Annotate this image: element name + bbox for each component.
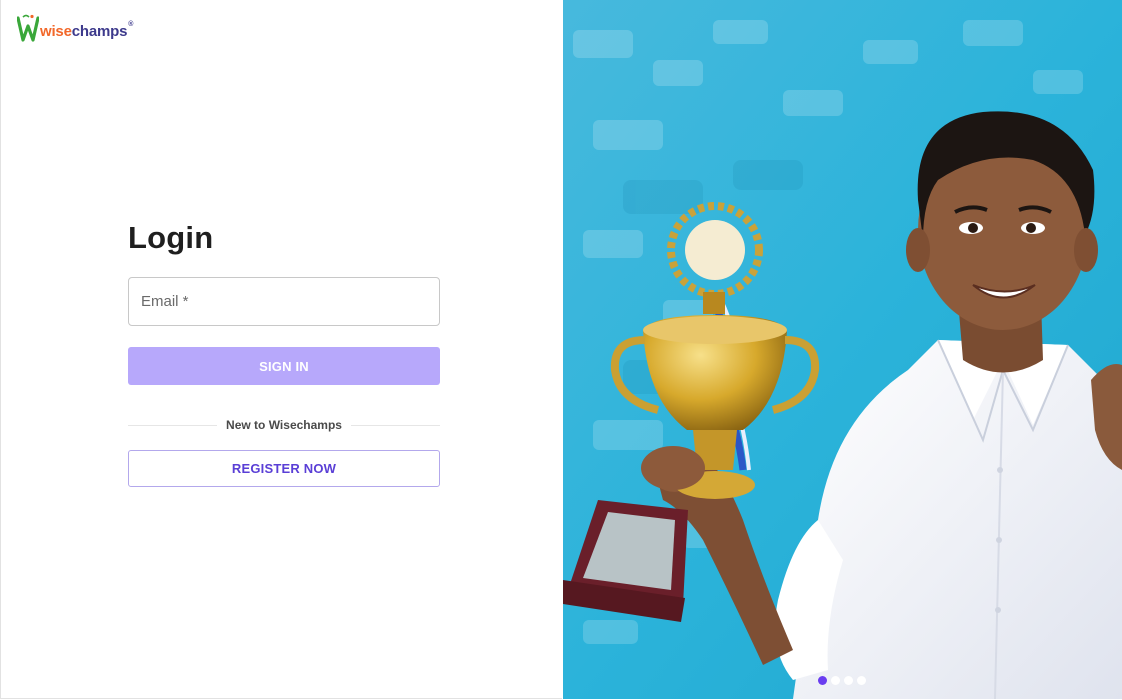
carousel-dot-4[interactable] <box>857 676 866 685</box>
register-divider: New to Wisechamps <box>128 418 441 432</box>
login-page: wisechamps® Login SIGN IN New to Wisecha… <box>0 0 1122 700</box>
carousel-dots <box>818 676 866 685</box>
carousel-dot-1[interactable] <box>818 676 827 685</box>
sign-in-button[interactable]: SIGN IN <box>128 347 440 385</box>
divider-line-right <box>350 424 441 426</box>
divider-text: New to Wisechamps <box>226 418 342 432</box>
registered-mark: ® <box>128 20 134 28</box>
email-input[interactable] <box>141 293 427 310</box>
logo-w-icon <box>17 14 39 42</box>
wisechamps-logo[interactable]: wise champs ® <box>17 13 133 45</box>
email-field[interactable] <box>128 277 440 326</box>
logo-wise-text: wise <box>40 22 72 40</box>
login-form: Login SIGN IN New to Wisechamps REGISTER… <box>128 218 441 487</box>
logo-champs-text: champs <box>71 22 128 40</box>
boy-with-trophy-illustration <box>563 0 1122 699</box>
divider-line-left <box>128 424 218 426</box>
login-panel: wisechamps® Login SIGN IN New to Wisecha… <box>0 0 562 699</box>
register-now-button[interactable]: REGISTER NOW <box>128 450 440 487</box>
hero-image <box>563 0 1122 699</box>
carousel-dot-3[interactable] <box>844 676 853 685</box>
logo-wordmark: wise champs ® <box>40 20 134 40</box>
carousel-dot-2[interactable] <box>831 676 840 685</box>
page-title: Login <box>128 220 214 255</box>
